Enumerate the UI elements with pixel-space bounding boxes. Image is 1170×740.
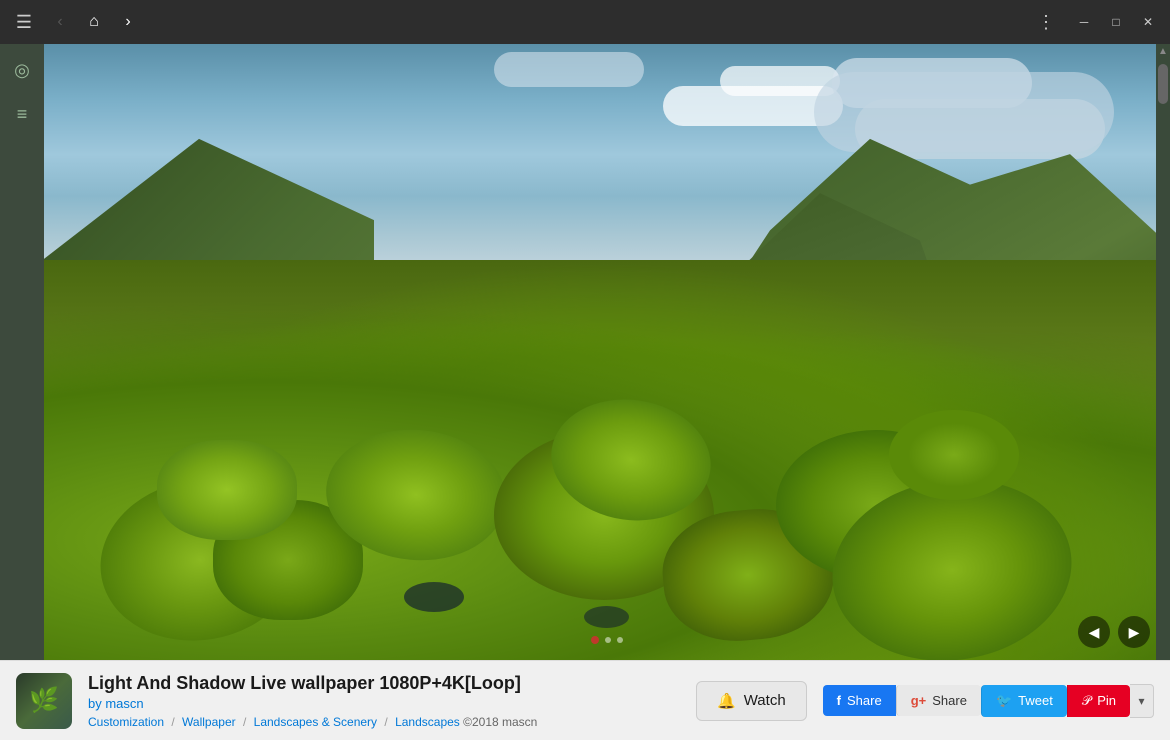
app-icon-image: 🌿 <box>16 673 72 729</box>
pool-2 <box>584 606 629 628</box>
sidebar-compass-button[interactable]: ◎ <box>4 52 40 88</box>
pool-1 <box>404 582 464 612</box>
facebook-icon: f <box>837 693 841 708</box>
app-title: Light And Shadow Live wallpaper 1080P+4K… <box>88 673 680 694</box>
app-author-link[interactable]: by mascn <box>88 696 680 711</box>
maximize-button[interactable]: □ <box>1102 8 1130 36</box>
pin-label: Pin <box>1097 693 1116 708</box>
chevron-down-icon: ▾ <box>1138 694 1144 708</box>
forward-icon: › <box>125 13 130 31</box>
watch-label: Watch <box>744 692 786 709</box>
dots-icon: ⋮ <box>1037 12 1055 33</box>
bell-icon: 🔔 <box>717 692 736 710</box>
sidebar: ◎ ≡ <box>0 44 44 660</box>
titlebar-nav: ‹ ⌂ › <box>44 6 144 38</box>
forward-button[interactable]: › <box>112 6 144 38</box>
breadcrumb-sep1: / <box>171 715 178 729</box>
main-content: ◎ ≡ <box>0 44 1170 660</box>
tweet-label: Tweet <box>1018 693 1053 708</box>
hamburger-icon: ☰ <box>16 12 32 33</box>
twitter-icon: 🐦 <box>996 693 1012 709</box>
author-name: mascn <box>105 696 143 711</box>
wallpaper-scene <box>44 44 1170 660</box>
more-options-button[interactable]: ⋮ <box>1030 6 1062 38</box>
breadcrumb-wallpaper[interactable]: Wallpaper <box>182 715 236 729</box>
social-more-button[interactable]: ▾ <box>1130 684 1154 718</box>
dot-active[interactable] <box>591 636 599 644</box>
copyright-text: ©2018 mascn <box>463 715 537 729</box>
image-overlay-controls: ◀ ▶ <box>1078 616 1150 648</box>
app-icon-symbol: 🌿 <box>29 686 59 715</box>
rocks-layer <box>44 260 1170 660</box>
share-gplus-label: Share <box>932 693 967 708</box>
compass-icon: ◎ <box>14 60 30 81</box>
breadcrumb-sep3: / <box>384 715 391 729</box>
breadcrumb: Customization / Wallpaper / Landscapes &… <box>88 715 680 729</box>
share-facebook-button[interactable]: f Share <box>823 685 896 716</box>
maximize-icon: □ <box>1112 15 1119 29</box>
breadcrumb-customization[interactable]: Customization <box>88 715 164 729</box>
window-controls: ─ □ ✕ <box>1070 8 1162 36</box>
share-fb-label: Share <box>847 693 882 708</box>
image-area: ▲ ◀ ▶ <box>44 44 1170 660</box>
scrollbar-thumb[interactable] <box>1158 64 1168 104</box>
app-info: Light And Shadow Live wallpaper 1080P+4K… <box>88 673 680 729</box>
back-button[interactable]: ‹ <box>44 6 76 38</box>
dot-3[interactable] <box>617 637 623 643</box>
author-prefix: by <box>88 696 105 711</box>
overlay-next-button[interactable]: ▶ <box>1118 616 1150 648</box>
close-button[interactable]: ✕ <box>1134 8 1162 36</box>
rock-7 <box>157 440 297 540</box>
minimize-button[interactable]: ─ <box>1070 8 1098 36</box>
rock-10 <box>889 410 1019 500</box>
pinterest-icon: 𝒫 <box>1082 693 1091 709</box>
app-icon: 🌿 <box>16 673 72 729</box>
home-button[interactable]: ⌂ <box>78 6 110 38</box>
chevron-right-icon: ▶ <box>1129 624 1140 641</box>
home-icon: ⌂ <box>89 13 99 31</box>
dot-2[interactable] <box>605 637 611 643</box>
close-icon: ✕ <box>1143 15 1153 29</box>
breadcrumb-landscapes-scenery[interactable]: Landscapes & Scenery <box>254 715 377 729</box>
social-buttons: f Share g+ Share 🐦 Tweet 𝒫 Pin ▾ <box>823 684 1154 718</box>
overlay-prev-button[interactable]: ◀ <box>1078 616 1110 648</box>
breadcrumb-sep2: / <box>243 715 250 729</box>
gplus-icon: g+ <box>911 693 927 708</box>
sidebar-list-button[interactable]: ≡ <box>4 96 40 132</box>
back-icon: ‹ <box>57 13 62 31</box>
scrollbar[interactable]: ▲ <box>1156 44 1170 660</box>
share-gplus-button[interactable]: g+ Share <box>896 685 981 716</box>
scroll-up-arrow[interactable]: ▲ <box>1158 46 1168 57</box>
pagination-dots <box>591 636 623 644</box>
pin-button[interactable]: 𝒫 Pin <box>1067 685 1130 717</box>
menu-button[interactable]: ☰ <box>8 6 40 38</box>
info-bar: 🌿 Light And Shadow Live wallpaper 1080P+… <box>0 660 1170 740</box>
tweet-button[interactable]: 🐦 Tweet <box>981 685 1067 717</box>
chevron-left-icon: ◀ <box>1089 624 1100 641</box>
list-icon: ≡ <box>17 104 28 125</box>
breadcrumb-landscapes[interactable]: Landscapes <box>395 715 460 729</box>
minimize-icon: ─ <box>1080 15 1089 29</box>
titlebar: ☰ ‹ ⌂ › ⋮ ─ □ ✕ <box>0 0 1170 44</box>
watch-button[interactable]: 🔔 Watch <box>696 681 807 721</box>
